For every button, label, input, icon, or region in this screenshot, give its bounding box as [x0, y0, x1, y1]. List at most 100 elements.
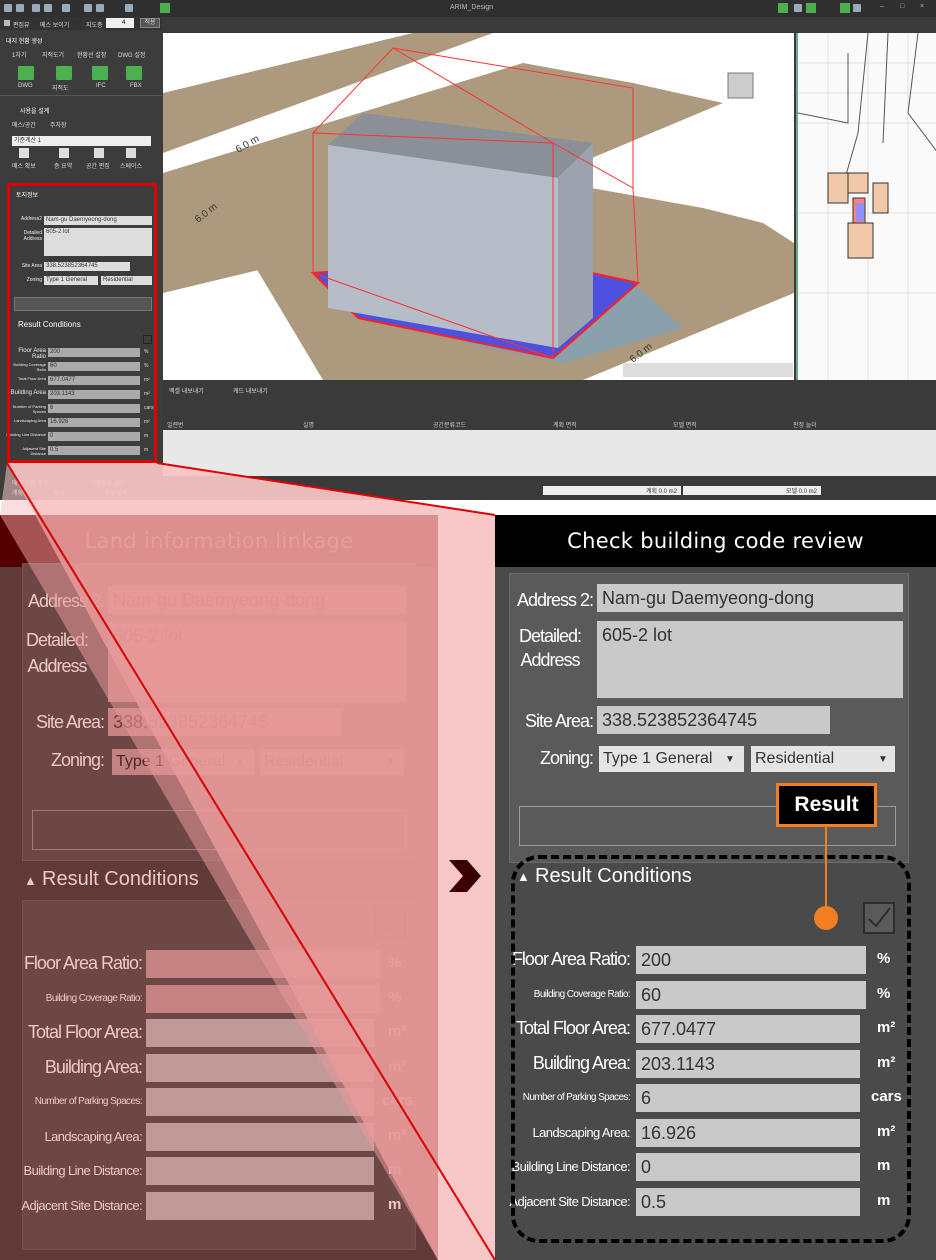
- zoning-type-select[interactable]: Type 1 General: [599, 746, 744, 772]
- close-icon[interactable]: ×: [920, 3, 924, 10]
- maximize-icon[interactable]: □: [900, 3, 904, 10]
- result-row-field[interactable]: [146, 1019, 374, 1047]
- green-tool-icon[interactable]: [160, 3, 170, 13]
- chevron-down-icon: ▼: [386, 757, 396, 768]
- zoning-type-select[interactable]: Type 1 General: [112, 749, 254, 775]
- confirm-check-icon[interactable]: [374, 907, 406, 939]
- column-header[interactable]: 판정 늘이: [793, 420, 817, 429]
- tab-2[interactable]: 지적도기: [42, 50, 64, 59]
- result-row-label: Building Area:: [44, 1056, 143, 1077]
- ifc-icon[interactable]: [92, 66, 108, 80]
- dwg-icon[interactable]: [18, 66, 34, 80]
- zoning-label: Zoning:: [50, 750, 105, 770]
- show-mass-button[interactable]: 메스 보이기: [40, 20, 69, 29]
- column-header[interactable]: 계획 면적: [553, 420, 577, 429]
- callout-dot: [814, 906, 838, 930]
- result-row-label: Landscaping Area:: [44, 1128, 143, 1144]
- undo-icon[interactable]: [84, 4, 92, 12]
- tab-4[interactable]: DWG 설정: [118, 50, 145, 59]
- result-row-field[interactable]: [146, 1088, 374, 1116]
- cadastral-label: 지적도: [52, 86, 69, 92]
- result-row-field[interactable]: [146, 1053, 374, 1082]
- apply-button[interactable]: 적용: [140, 18, 160, 28]
- edit-view-button[interactable]: 편집뷰: [13, 20, 30, 29]
- code-gpt-link[interactable]: 건축법규 GPT: [90, 478, 126, 487]
- result-row-field[interactable]: [146, 1157, 374, 1185]
- space-label: 스페이스: [120, 164, 143, 170]
- column-header[interactable]: 모델 면적: [673, 420, 697, 429]
- detailed-address-label: Detailed: Address: [518, 626, 582, 670]
- calc-dropdown[interactable]: 기준계산 1: [12, 136, 151, 146]
- help-icon[interactable]: [794, 4, 802, 12]
- site-area-field[interactable]: 338.523852364745: [597, 706, 830, 734]
- site-area-field[interactable]: 338.523852364745: [108, 708, 341, 736]
- export-icon[interactable]: [125, 4, 133, 12]
- column-header[interactable]: 일련번: [167, 420, 184, 429]
- result-row-label: Number of Parking Spaces:: [34, 1096, 143, 1107]
- column-header[interactable]: 공간분류코드: [433, 420, 466, 429]
- view-cube-icon[interactable]: [727, 72, 754, 99]
- address2-field[interactable]: Nam-gu Daemyeong-dong: [108, 586, 406, 614]
- user-icon[interactable]: [853, 4, 861, 12]
- bottom-panel: 엑셀 내보내기 캐드 내보내기 일련번 실명 공간분류코드 계획 면적 모델 면적 판정 …: [163, 382, 936, 500]
- save-icon[interactable]: [32, 4, 40, 12]
- result-row-label: Adjacent Site Distance:: [21, 1197, 142, 1213]
- mode-icon[interactable]: [778, 3, 788, 13]
- chevron-down-icon: ▼: [878, 754, 888, 765]
- attribute-tab[interactable]: 속성: [54, 488, 65, 497]
- result-callout: Result: [776, 783, 877, 827]
- tab-1[interactable]: 1차기: [12, 50, 26, 59]
- dwg-label: DWG: [18, 83, 33, 89]
- view-controls[interactable]: [623, 363, 793, 377]
- tab-3[interactable]: 현황선 설정: [77, 50, 106, 59]
- view-icon[interactable]: [806, 3, 816, 13]
- mass-icon[interactable]: [19, 148, 29, 158]
- floor-summary-label: 층 요약: [54, 164, 73, 170]
- result-row-field[interactable]: [146, 1191, 374, 1220]
- subtab-parking[interactable]: 주차장: [50, 120, 67, 129]
- fbx-label: FBX: [130, 83, 142, 89]
- table-body[interactable]: [163, 430, 936, 476]
- collapse-arrow-icon[interactable]: ▲: [24, 873, 37, 888]
- cadastral-icon[interactable]: [56, 66, 72, 80]
- 3d-viewport[interactable]: 6.0 m 6.0 m 6.0 m: [163, 33, 794, 380]
- new-file-icon[interactable]: [4, 4, 12, 12]
- chevron-down-icon: ▼: [235, 757, 245, 768]
- address2-label: Address 2:: [516, 590, 594, 610]
- mass-recommend-link[interactable]: 매스 관련 추천: [12, 478, 48, 487]
- subtab-mass[interactable]: 매스/공간: [12, 120, 36, 129]
- result-row-unit: m²: [388, 1023, 407, 1040]
- space-edit-icon[interactable]: [94, 148, 104, 158]
- floor-input[interactable]: 4: [106, 18, 134, 28]
- fbx-icon[interactable]: [126, 66, 142, 80]
- excel-export-tab[interactable]: 엑셀 내보내기: [169, 386, 204, 395]
- address2-field[interactable]: Nam-gu Daemyeong-dong: [597, 584, 903, 612]
- result-row-field[interactable]: [146, 950, 380, 978]
- cad-export-tab[interactable]: 캐드 내보내기: [233, 386, 268, 395]
- code-review-heading: Check building code review: [495, 515, 936, 567]
- panel-icon[interactable]: [840, 3, 850, 13]
- detailed-address-label: Detailed: Address: [25, 630, 89, 676]
- settings-icon[interactable]: [62, 4, 70, 12]
- redo-icon[interactable]: [96, 4, 104, 12]
- result-row-label: Building Coverage Ratio:: [45, 992, 143, 1004]
- open-file-icon[interactable]: [16, 4, 24, 12]
- floor-summary-icon[interactable]: [59, 148, 69, 158]
- site-area-label: Site Area:: [35, 712, 105, 732]
- detailed-address-field[interactable]: 605-2 lot: [597, 621, 903, 698]
- plan-tab[interactable]: 계획: [12, 488, 23, 497]
- result-row-unit: m²: [388, 1057, 407, 1075]
- space-icon[interactable]: [126, 148, 136, 158]
- zoning-use-select[interactable]: Residential: [260, 749, 404, 775]
- site-minimap[interactable]: [796, 33, 936, 380]
- column-header[interactable]: 실명: [303, 420, 314, 429]
- result-row-field[interactable]: [146, 984, 380, 1013]
- save-as-icon[interactable]: [44, 4, 52, 12]
- plan-area-status: 계획 0.0 m2: [543, 486, 681, 495]
- calc-review-tab[interactable]: 계산 검토: [104, 488, 128, 497]
- land-info-heading: Land information linkage: [0, 515, 438, 567]
- minimize-icon[interactable]: –: [880, 3, 884, 10]
- zoning-use-select[interactable]: Residential: [751, 746, 895, 772]
- detailed-address-field[interactable]: 605-2 lot: [108, 622, 406, 702]
- result-row-field[interactable]: [146, 1122, 374, 1151]
